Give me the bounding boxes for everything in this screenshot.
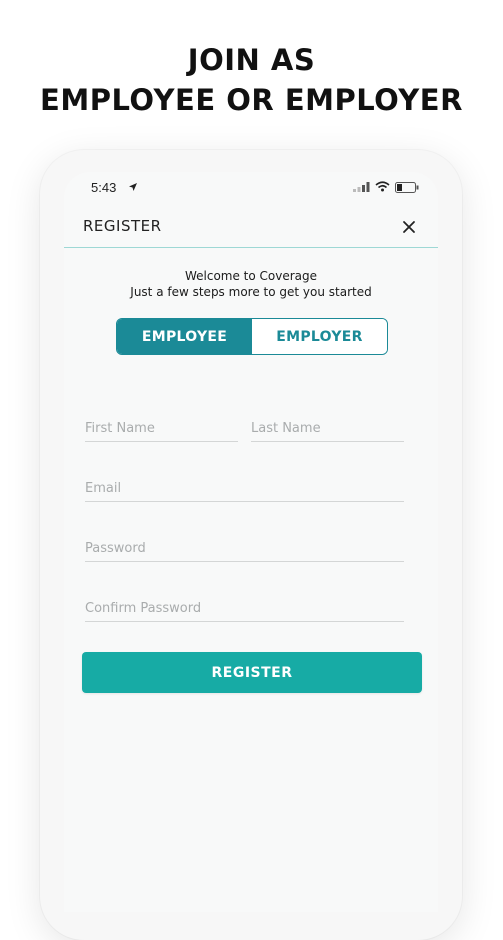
email-field (85, 476, 404, 502)
phone-screen: 5:43 REGISTER Welcome to Coverage Just a… (64, 172, 438, 912)
signal-icon (353, 182, 370, 192)
location-arrow-icon (129, 183, 137, 191)
status-time: 5:43 (91, 180, 117, 195)
confirm-password-field (85, 596, 404, 622)
email-input[interactable] (85, 476, 404, 500)
role-option-employer[interactable]: EMPLOYER (252, 319, 387, 354)
app-bar-title: REGISTER (83, 217, 162, 235)
role-toggle: EMPLOYEE EMPLOYER (116, 318, 388, 355)
promo-headline: JOIN AS EMPLOYEE OR EMPLOYER (0, 40, 503, 120)
promo-line-2: EMPLOYEE OR EMPLOYER (40, 83, 463, 117)
password-field (85, 536, 404, 562)
welcome-message: Welcome to Coverage Just a few steps mor… (64, 268, 438, 300)
close-icon[interactable] (400, 218, 418, 236)
wifi-icon (375, 181, 390, 192)
last-name-input[interactable] (251, 416, 404, 440)
last-name-field (251, 416, 404, 442)
phone-notch (148, 172, 354, 198)
first-name-input[interactable] (85, 416, 238, 440)
confirm-password-input[interactable] (85, 596, 404, 620)
battery-icon (395, 182, 419, 193)
role-option-employee[interactable]: EMPLOYEE (117, 319, 252, 354)
welcome-line-2: Just a few steps more to get you started (130, 285, 372, 299)
promo-line-1: JOIN AS (187, 43, 316, 77)
status-bar: 5:43 (64, 172, 438, 204)
register-button[interactable]: REGISTER (82, 652, 422, 693)
first-name-field (85, 416, 238, 442)
welcome-line-1: Welcome to Coverage (184, 269, 318, 283)
app-bar: REGISTER (64, 212, 438, 248)
password-input[interactable] (85, 536, 404, 560)
